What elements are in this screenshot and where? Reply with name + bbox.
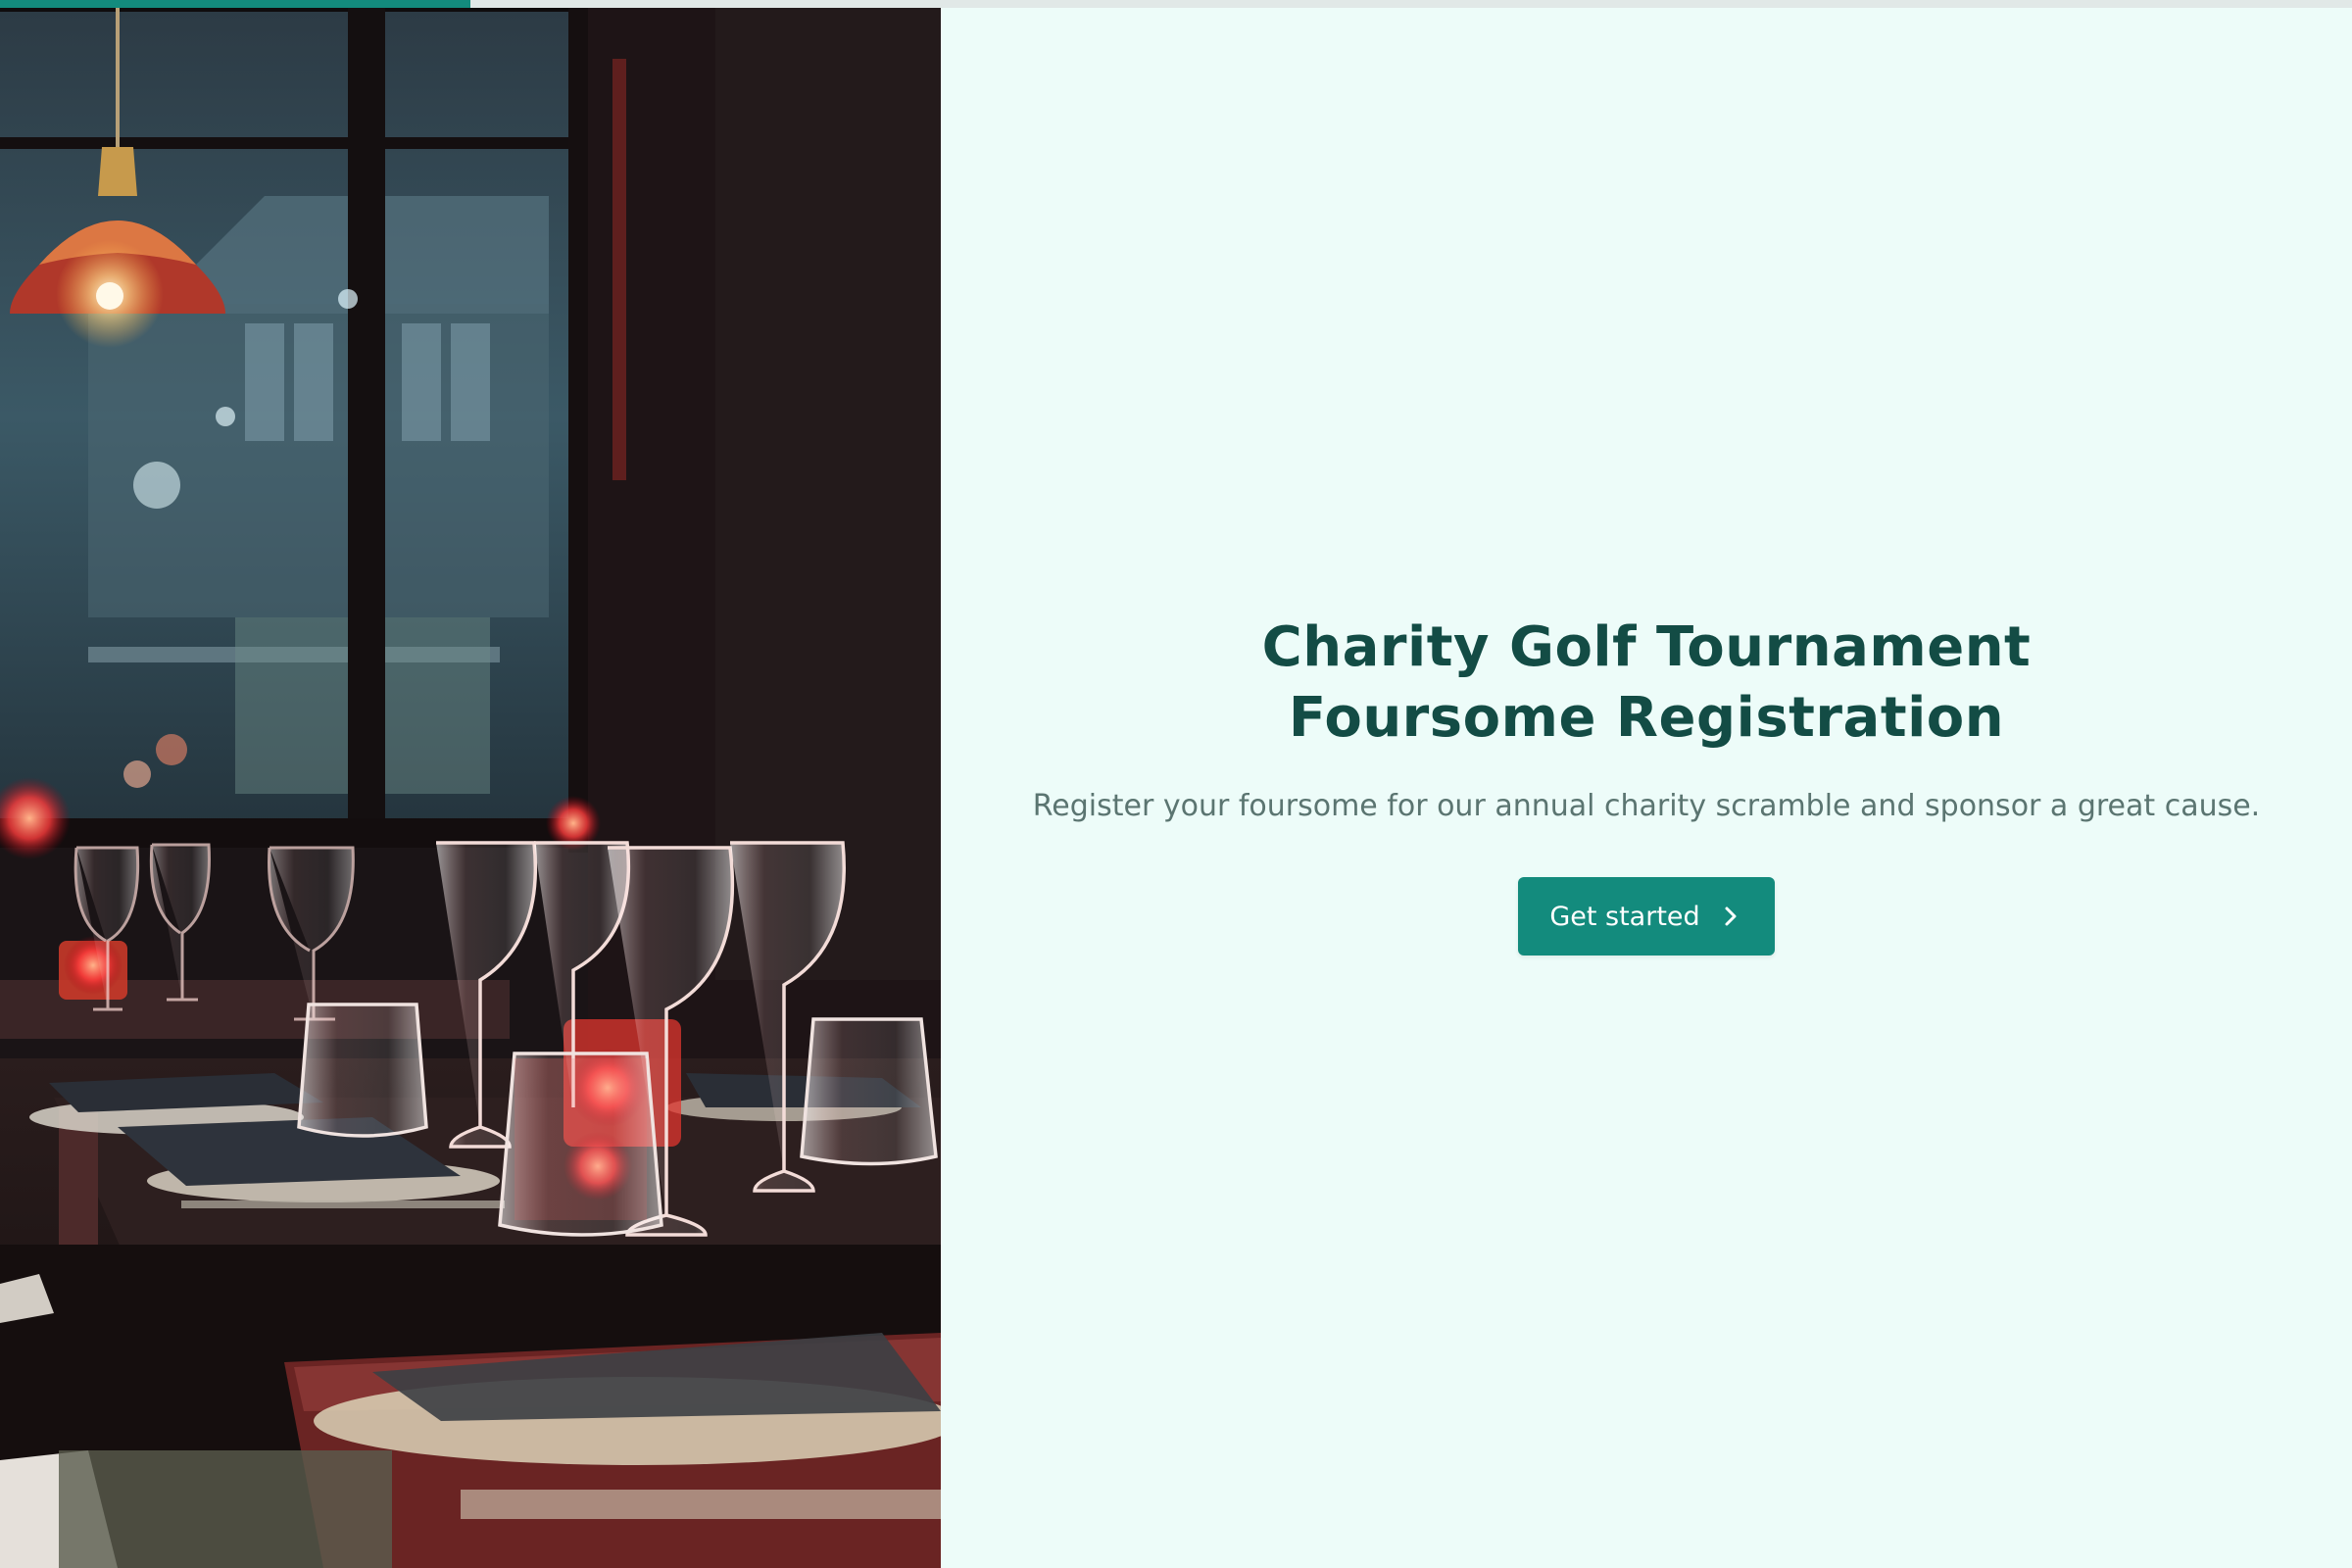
page-title: Charity Golf Tournament Foursome Registr…: [1261, 615, 2032, 750]
registration-page: Charity Golf Tournament Foursome Registr…: [0, 0, 2352, 1568]
chevron-right-icon: [1722, 906, 1740, 927]
hero-image: [0, 0, 941, 1568]
get-started-label: Get started: [1549, 901, 1700, 932]
progress-bar-fill: [0, 0, 470, 8]
progress-bar: [0, 0, 2352, 8]
hero-content: Charity Golf Tournament Foursome Registr…: [941, 0, 2352, 1568]
page-subtitle: Register your foursome for our annual ch…: [1032, 789, 2261, 823]
get-started-button[interactable]: Get started: [1518, 877, 1775, 956]
